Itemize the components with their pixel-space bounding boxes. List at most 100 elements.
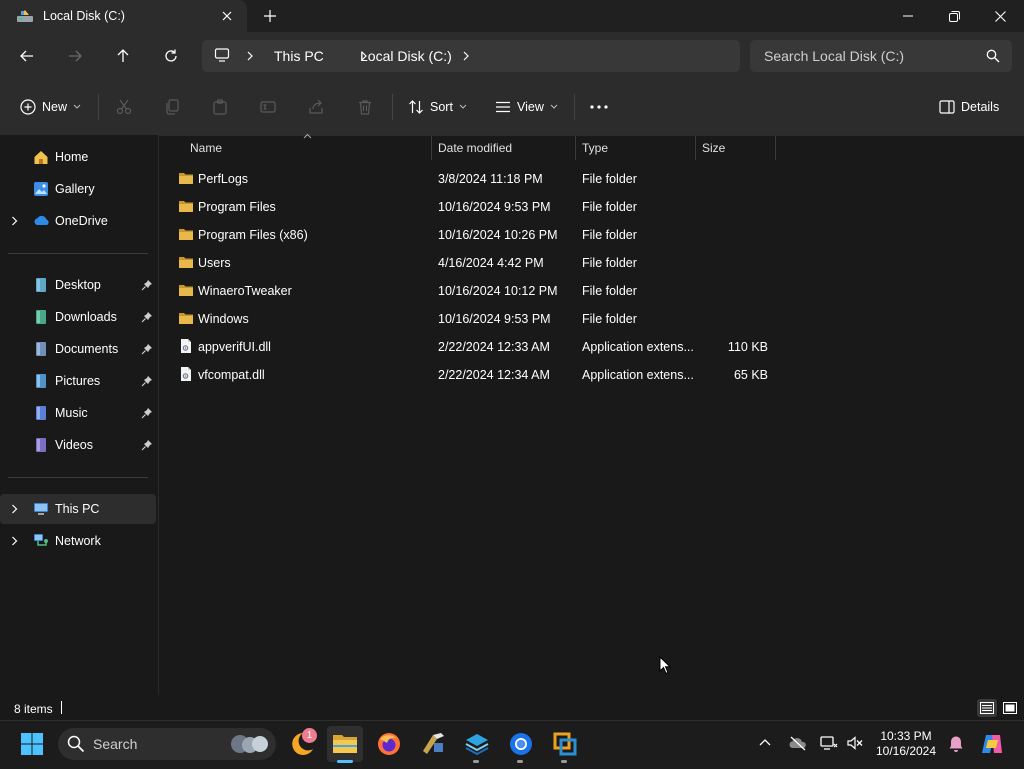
sidebar-item-home[interactable]: Home: [0, 142, 156, 172]
chevron-right-icon[interactable]: [246, 51, 254, 61]
chevron-up-icon[interactable]: [759, 738, 771, 746]
more-options-icon[interactable]: [590, 98, 608, 116]
sort-ascending-icon: [303, 133, 312, 139]
volume-muted-icon[interactable]: [846, 735, 864, 751]
pin-icon[interactable]: [141, 343, 153, 355]
taskbar-app-firefox[interactable]: [371, 726, 407, 762]
forward-button[interactable]: [59, 40, 91, 72]
sidebar-item-pictures[interactable]: Pictures: [0, 366, 156, 396]
column-header-size[interactable]: Size: [702, 141, 725, 163]
chevron-right-icon[interactable]: [11, 504, 18, 514]
file-row[interactable]: Program Files (x86) 10/16/2024 10:26 PM …: [170, 221, 776, 249]
sort-icon: [408, 99, 424, 115]
sidebar-item-this-pc[interactable]: This PC: [0, 494, 156, 524]
sidebar-item-documents[interactable]: Documents: [0, 334, 156, 364]
view-button[interactable]: View: [495, 92, 558, 122]
close-tab-icon[interactable]: [218, 8, 236, 24]
pin-icon[interactable]: [141, 279, 153, 291]
chevron-right-icon[interactable]: [11, 536, 18, 546]
column-header-name[interactable]: Name: [190, 141, 222, 163]
sidebar-item-onedrive[interactable]: OneDrive: [0, 206, 156, 236]
plus-circle-icon: [20, 99, 36, 115]
pane-divider[interactable]: [158, 135, 159, 695]
onedrive-offline-icon[interactable]: [788, 735, 808, 751]
refresh-button[interactable]: [155, 40, 187, 72]
sidebar-item-downloads[interactable]: Downloads: [0, 302, 156, 332]
tab-title: Local Disk (C:): [43, 9, 125, 23]
new-tab-icon[interactable]: [262, 8, 278, 24]
column-divider[interactable]: [775, 136, 776, 160]
up-button[interactable]: [107, 40, 139, 72]
column-divider[interactable]: [575, 136, 576, 160]
pin-icon[interactable]: [141, 311, 153, 323]
details-button[interactable]: Details: [939, 92, 999, 122]
taskbar-app-layers[interactable]: [459, 726, 495, 762]
breadcrumb-local-disk[interactable]: Local Disk (C:): [360, 48, 452, 64]
details-view-icon[interactable]: [977, 699, 997, 717]
sidebar-item-network[interactable]: Network: [0, 526, 156, 556]
file-type: File folder: [582, 172, 637, 186]
column-header-date[interactable]: Date modified: [438, 141, 512, 163]
breadcrumb-this-pc[interactable]: This PC: [274, 48, 324, 64]
sidebar-item-label: Network: [55, 534, 101, 548]
column-header-type[interactable]: Type: [582, 141, 608, 163]
close-window-button[interactable]: [977, 0, 1023, 32]
file-date: 2/22/2024 12:33 AM: [438, 340, 550, 354]
start-button[interactable]: [14, 726, 50, 762]
sidebar-item-gallery[interactable]: Gallery: [0, 174, 156, 204]
file-row[interactable]: PerfLogs 3/8/2024 11:18 PM File folder: [170, 165, 776, 193]
active-app-indicator: [337, 760, 353, 763]
file-row[interactable]: Program Files 10/16/2024 9:53 PM File fo…: [170, 193, 776, 221]
pin-icon[interactable]: [141, 407, 153, 419]
chevron-right-icon[interactable]: [462, 51, 470, 61]
copy-icon[interactable]: [164, 99, 180, 115]
network-status-icon[interactable]: [820, 735, 838, 751]
home-icon: [33, 149, 49, 165]
delete-icon[interactable]: [357, 99, 373, 115]
folder-icon: [178, 170, 194, 186]
file-row[interactable]: Users 4/16/2024 4:42 PM File folder: [170, 249, 776, 277]
paste-icon[interactable]: [212, 99, 228, 115]
column-divider[interactable]: [431, 136, 432, 160]
new-button[interactable]: New: [20, 92, 81, 122]
file-row[interactable]: vfcompat.dll 2/22/2024 12:34 AM Applicat…: [170, 361, 776, 389]
restore-button[interactable]: [931, 0, 977, 32]
column-divider[interactable]: [695, 136, 696, 160]
file-row[interactable]: appverifUI.dll 2/22/2024 12:33 AM Applic…: [170, 333, 776, 361]
file-name: appverifUI.dll: [198, 340, 271, 354]
chevron-down-icon: [550, 104, 558, 110]
chevron-right-icon[interactable]: [11, 216, 18, 226]
rename-icon[interactable]: [260, 99, 276, 115]
taskbar-app-tweaker[interactable]: [415, 726, 451, 762]
sidebar-item-videos[interactable]: Videos: [0, 430, 156, 460]
taskbar-app-virtualbox[interactable]: [547, 726, 583, 762]
back-button[interactable]: [11, 40, 43, 72]
sidebar-item-desktop[interactable]: Desktop: [0, 270, 156, 300]
taskbar-app-chrome[interactable]: [503, 726, 539, 762]
cut-icon[interactable]: [116, 99, 132, 115]
notification-bell-icon[interactable]: [948, 735, 964, 753]
file-name: vfcompat.dll: [198, 368, 265, 382]
file-type: File folder: [582, 284, 637, 298]
file-row[interactable]: WinaeroTweaker 10/16/2024 10:12 PM File …: [170, 277, 776, 305]
file-row[interactable]: Windows 10/16/2024 9:53 PM File folder: [170, 305, 776, 333]
app-running-indicator: [561, 760, 567, 763]
dll-file-icon: [178, 338, 194, 354]
minimize-button[interactable]: [885, 0, 931, 32]
search-icon[interactable]: [986, 49, 1000, 63]
file-name: Users: [198, 256, 231, 270]
sort-button[interactable]: Sort: [408, 92, 467, 122]
pin-icon[interactable]: [141, 439, 153, 451]
taskbar-app-file-explorer[interactable]: [327, 726, 363, 762]
copilot-icon[interactable]: [980, 732, 1004, 756]
share-icon[interactable]: [308, 99, 324, 115]
network-icon: [33, 533, 49, 549]
sidebar-item-label: Downloads: [55, 310, 117, 324]
large-icons-view-icon[interactable]: [1000, 699, 1020, 717]
taskbar-clock[interactable]: 10:33 PM 10/16/2024: [870, 729, 942, 759]
divider: [98, 94, 99, 120]
file-date: 10/16/2024 10:12 PM: [438, 284, 558, 298]
sidebar-item-music[interactable]: Music: [0, 398, 156, 428]
pin-icon[interactable]: [141, 375, 153, 387]
file-date: 10/16/2024 9:53 PM: [438, 312, 551, 326]
